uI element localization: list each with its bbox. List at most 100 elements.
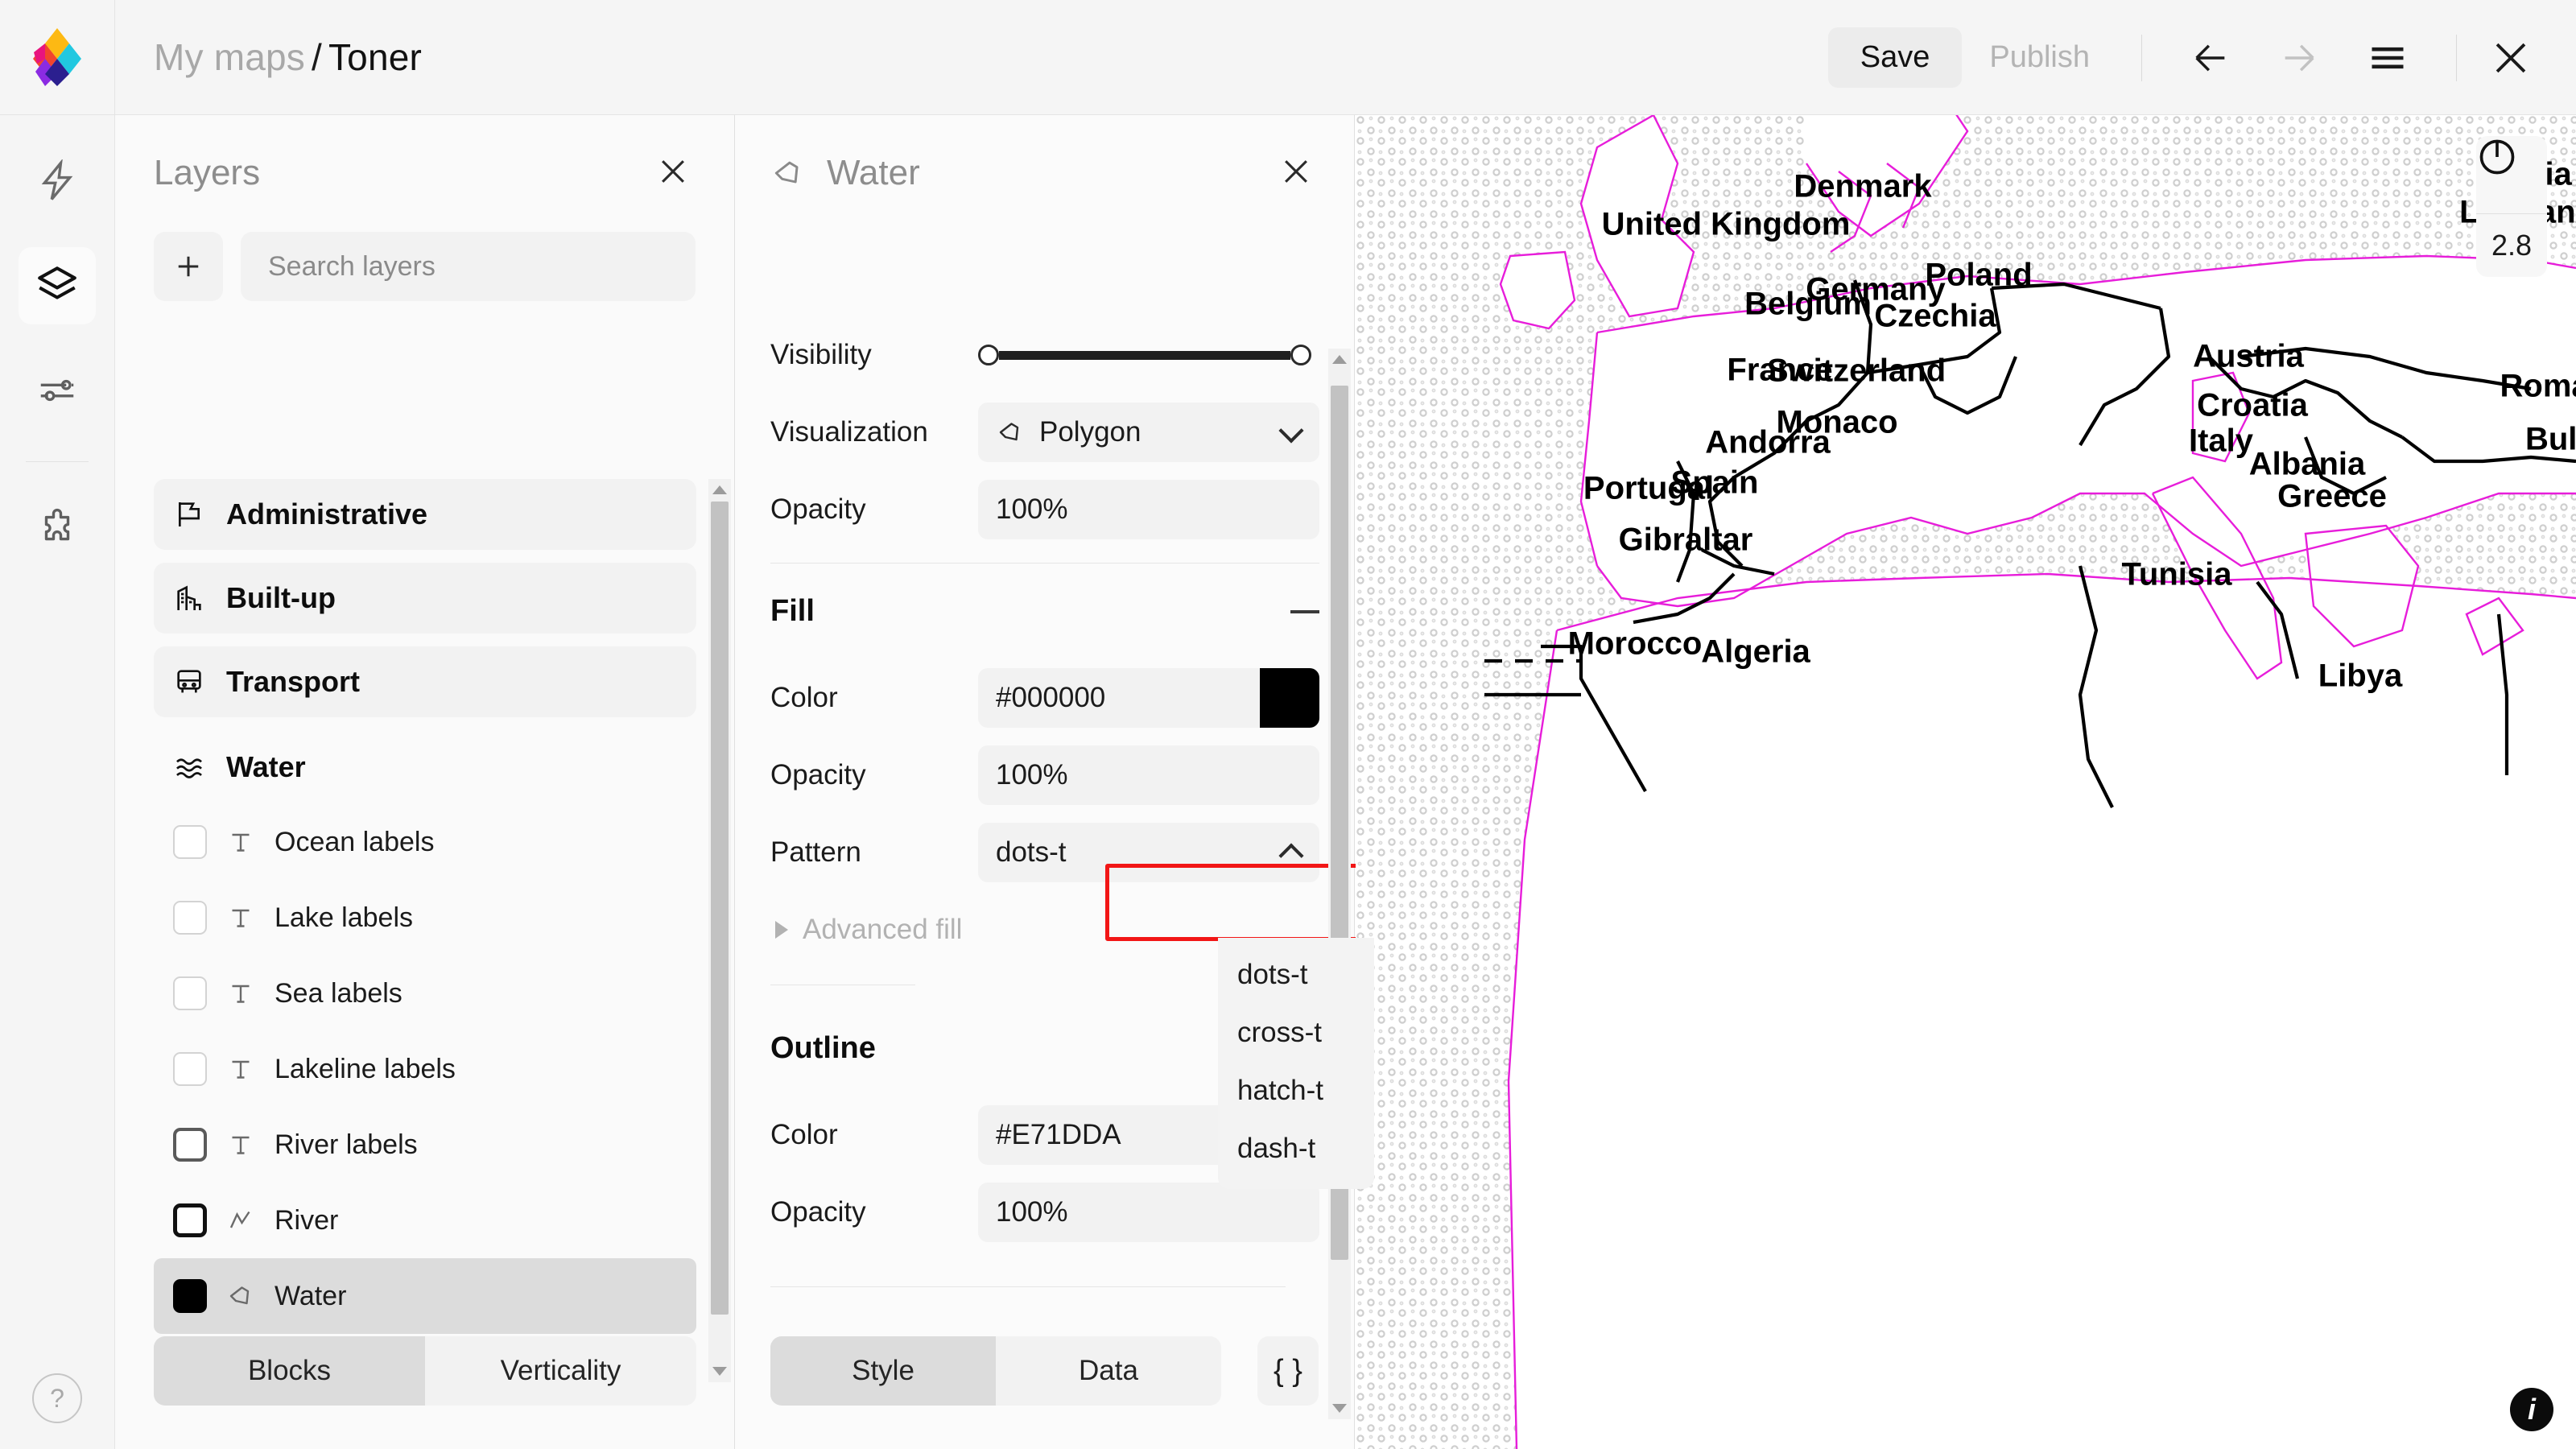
fill-color-input[interactable]: #000000 bbox=[978, 668, 1319, 728]
pattern-option-cross-t[interactable]: cross-t bbox=[1218, 1004, 1374, 1062]
close-icon bbox=[1278, 154, 1314, 189]
close-icon bbox=[655, 154, 691, 189]
pattern-option-dash-t[interactable]: dash-t bbox=[1218, 1120, 1374, 1178]
slider-track[interactable] bbox=[999, 351, 1290, 360]
layers-icon bbox=[34, 262, 80, 309]
map-label: Greece bbox=[2277, 479, 2387, 515]
sliders-icon bbox=[35, 369, 79, 412]
map-label: Portugal bbox=[1583, 471, 1714, 507]
layer-item-label: Sea labels bbox=[275, 978, 402, 1009]
breadcrumb: My maps/Toner bbox=[154, 35, 422, 79]
text-icon bbox=[226, 1055, 255, 1084]
pattern-option-dots-t[interactable]: dots-t bbox=[1218, 946, 1374, 1004]
tab-blocks[interactable]: Blocks bbox=[154, 1336, 425, 1406]
save-button[interactable]: Save bbox=[1828, 27, 1963, 88]
slider-handle-max[interactable] bbox=[1290, 345, 1311, 365]
rail-item-styles[interactable] bbox=[19, 142, 96, 220]
tab-data[interactable]: Data bbox=[996, 1336, 1221, 1406]
fill-color-swatch[interactable] bbox=[1260, 668, 1319, 728]
pattern-option-hatch-t[interactable]: hatch-t bbox=[1218, 1062, 1374, 1120]
visibility-row: Visibility bbox=[770, 316, 1319, 394]
layers-segmented-control: Blocks Verticality bbox=[154, 1336, 696, 1406]
properties-scrollbar[interactable] bbox=[1328, 349, 1351, 1419]
code-view-button[interactable]: { } bbox=[1257, 1336, 1319, 1406]
layer-item-river[interactable]: River bbox=[154, 1183, 696, 1258]
layer-group-administrative[interactable]: Administrative bbox=[154, 479, 696, 550]
scroll-thumb[interactable] bbox=[711, 502, 729, 1315]
close-properties-panel-button[interactable] bbox=[1274, 149, 1319, 196]
layer-item-lakeline-labels[interactable]: Lakeline labels bbox=[154, 1031, 696, 1107]
layer-group-water[interactable]: Water bbox=[154, 730, 696, 804]
puzzle-piece-icon bbox=[35, 506, 79, 550]
breadcrumb-parent[interactable]: My maps bbox=[154, 36, 305, 78]
fill-color-label: Color bbox=[770, 682, 978, 714]
menu-button[interactable] bbox=[2358, 28, 2417, 88]
help-button[interactable]: ? bbox=[32, 1373, 82, 1423]
color-swatch[interactable] bbox=[173, 976, 207, 1010]
map-label: Algeria bbox=[1701, 634, 1810, 671]
map-label: Denmark bbox=[1794, 169, 1931, 205]
visualization-select[interactable]: Polygon bbox=[978, 402, 1319, 462]
opacity-value: 100% bbox=[996, 493, 1068, 526]
close-layers-panel-button[interactable] bbox=[650, 149, 696, 196]
layer-item-water[interactable]: Water bbox=[154, 1258, 696, 1334]
layer-item-lake-labels[interactable]: Lake labels bbox=[154, 880, 696, 956]
add-layer-button[interactable] bbox=[154, 232, 223, 301]
scroll-up-arrow[interactable] bbox=[712, 485, 727, 494]
visualization-value: Polygon bbox=[1039, 416, 1141, 448]
layer-item-ocean-labels[interactable]: Ocean labels bbox=[154, 804, 696, 880]
back-button[interactable] bbox=[2181, 28, 2240, 88]
forward-button[interactable] bbox=[2269, 28, 2329, 88]
map-label: Belgium bbox=[1744, 287, 1872, 323]
opacity-input[interactable]: 100% bbox=[978, 480, 1319, 539]
color-swatch[interactable] bbox=[173, 901, 207, 935]
slider-handle-min[interactable] bbox=[978, 345, 999, 365]
minus-icon[interactable] bbox=[1290, 610, 1319, 613]
publish-button[interactable]: Publish bbox=[1962, 27, 2117, 88]
layers-search-row bbox=[115, 196, 734, 301]
outline-opacity-input[interactable]: 100% bbox=[978, 1183, 1319, 1242]
chevron-up-icon bbox=[1281, 842, 1302, 863]
fill-section-header[interactable]: Fill bbox=[770, 563, 1319, 659]
layers-panel-title: Layers bbox=[154, 153, 260, 193]
app-logo[interactable] bbox=[0, 0, 115, 115]
properties-panel-header: Water bbox=[735, 115, 1354, 196]
search-layers-input[interactable] bbox=[241, 232, 696, 301]
layer-item-label: River bbox=[275, 1205, 338, 1236]
map-canvas[interactable]: United Kingdom Denmark Latvia Lithuania … bbox=[1356, 115, 2576, 1449]
scroll-down-arrow[interactable] bbox=[712, 1367, 727, 1376]
map-label: Italy bbox=[2189, 423, 2253, 460]
map-info-button[interactable]: i bbox=[2510, 1388, 2553, 1431]
fill-color-row: Color #000000 bbox=[770, 659, 1319, 737]
rail-item-layers[interactable] bbox=[19, 247, 96, 324]
rail-item-plugins[interactable] bbox=[19, 489, 96, 567]
layer-item-sea-labels[interactable]: Sea labels bbox=[154, 956, 696, 1031]
breadcrumb-separator: / bbox=[312, 36, 322, 78]
close-window-button[interactable] bbox=[2481, 28, 2541, 88]
scroll-down-arrow[interactable] bbox=[1332, 1404, 1347, 1413]
layer-group-built-up[interactable]: Built-up bbox=[154, 563, 696, 634]
pattern-dropdown-menu: dots-t cross-t hatch-t dash-t bbox=[1218, 938, 1374, 1189]
layer-item-river-labels[interactable]: River labels bbox=[154, 1107, 696, 1183]
properties-panel: Water Visibility Visualization bbox=[735, 115, 1355, 1449]
breadcrumb-current: Toner bbox=[328, 36, 422, 78]
tab-style[interactable]: Style bbox=[770, 1336, 996, 1406]
layers-panel-header: Layers bbox=[115, 115, 734, 196]
layers-scrollbar[interactable] bbox=[708, 479, 731, 1382]
color-swatch[interactable] bbox=[173, 1128, 207, 1162]
rail-item-settings[interactable] bbox=[19, 352, 96, 429]
text-icon bbox=[226, 828, 255, 857]
layer-group-transport[interactable]: Transport bbox=[154, 646, 696, 717]
map-label: Romania bbox=[2500, 369, 2576, 405]
scroll-up-arrow[interactable] bbox=[1332, 355, 1347, 364]
color-swatch[interactable] bbox=[173, 1052, 207, 1086]
visibility-slider[interactable] bbox=[978, 345, 1319, 365]
color-swatch[interactable] bbox=[173, 1203, 207, 1237]
tab-verticality[interactable]: Verticality bbox=[425, 1336, 696, 1406]
bus-icon bbox=[173, 666, 205, 698]
color-swatch[interactable] bbox=[173, 825, 207, 859]
map-label: Austria bbox=[2193, 339, 2304, 375]
fill-opacity-input[interactable]: 100% bbox=[978, 745, 1319, 805]
fill-pattern-select[interactable]: dots-t bbox=[978, 823, 1319, 882]
color-swatch[interactable] bbox=[173, 1279, 207, 1313]
